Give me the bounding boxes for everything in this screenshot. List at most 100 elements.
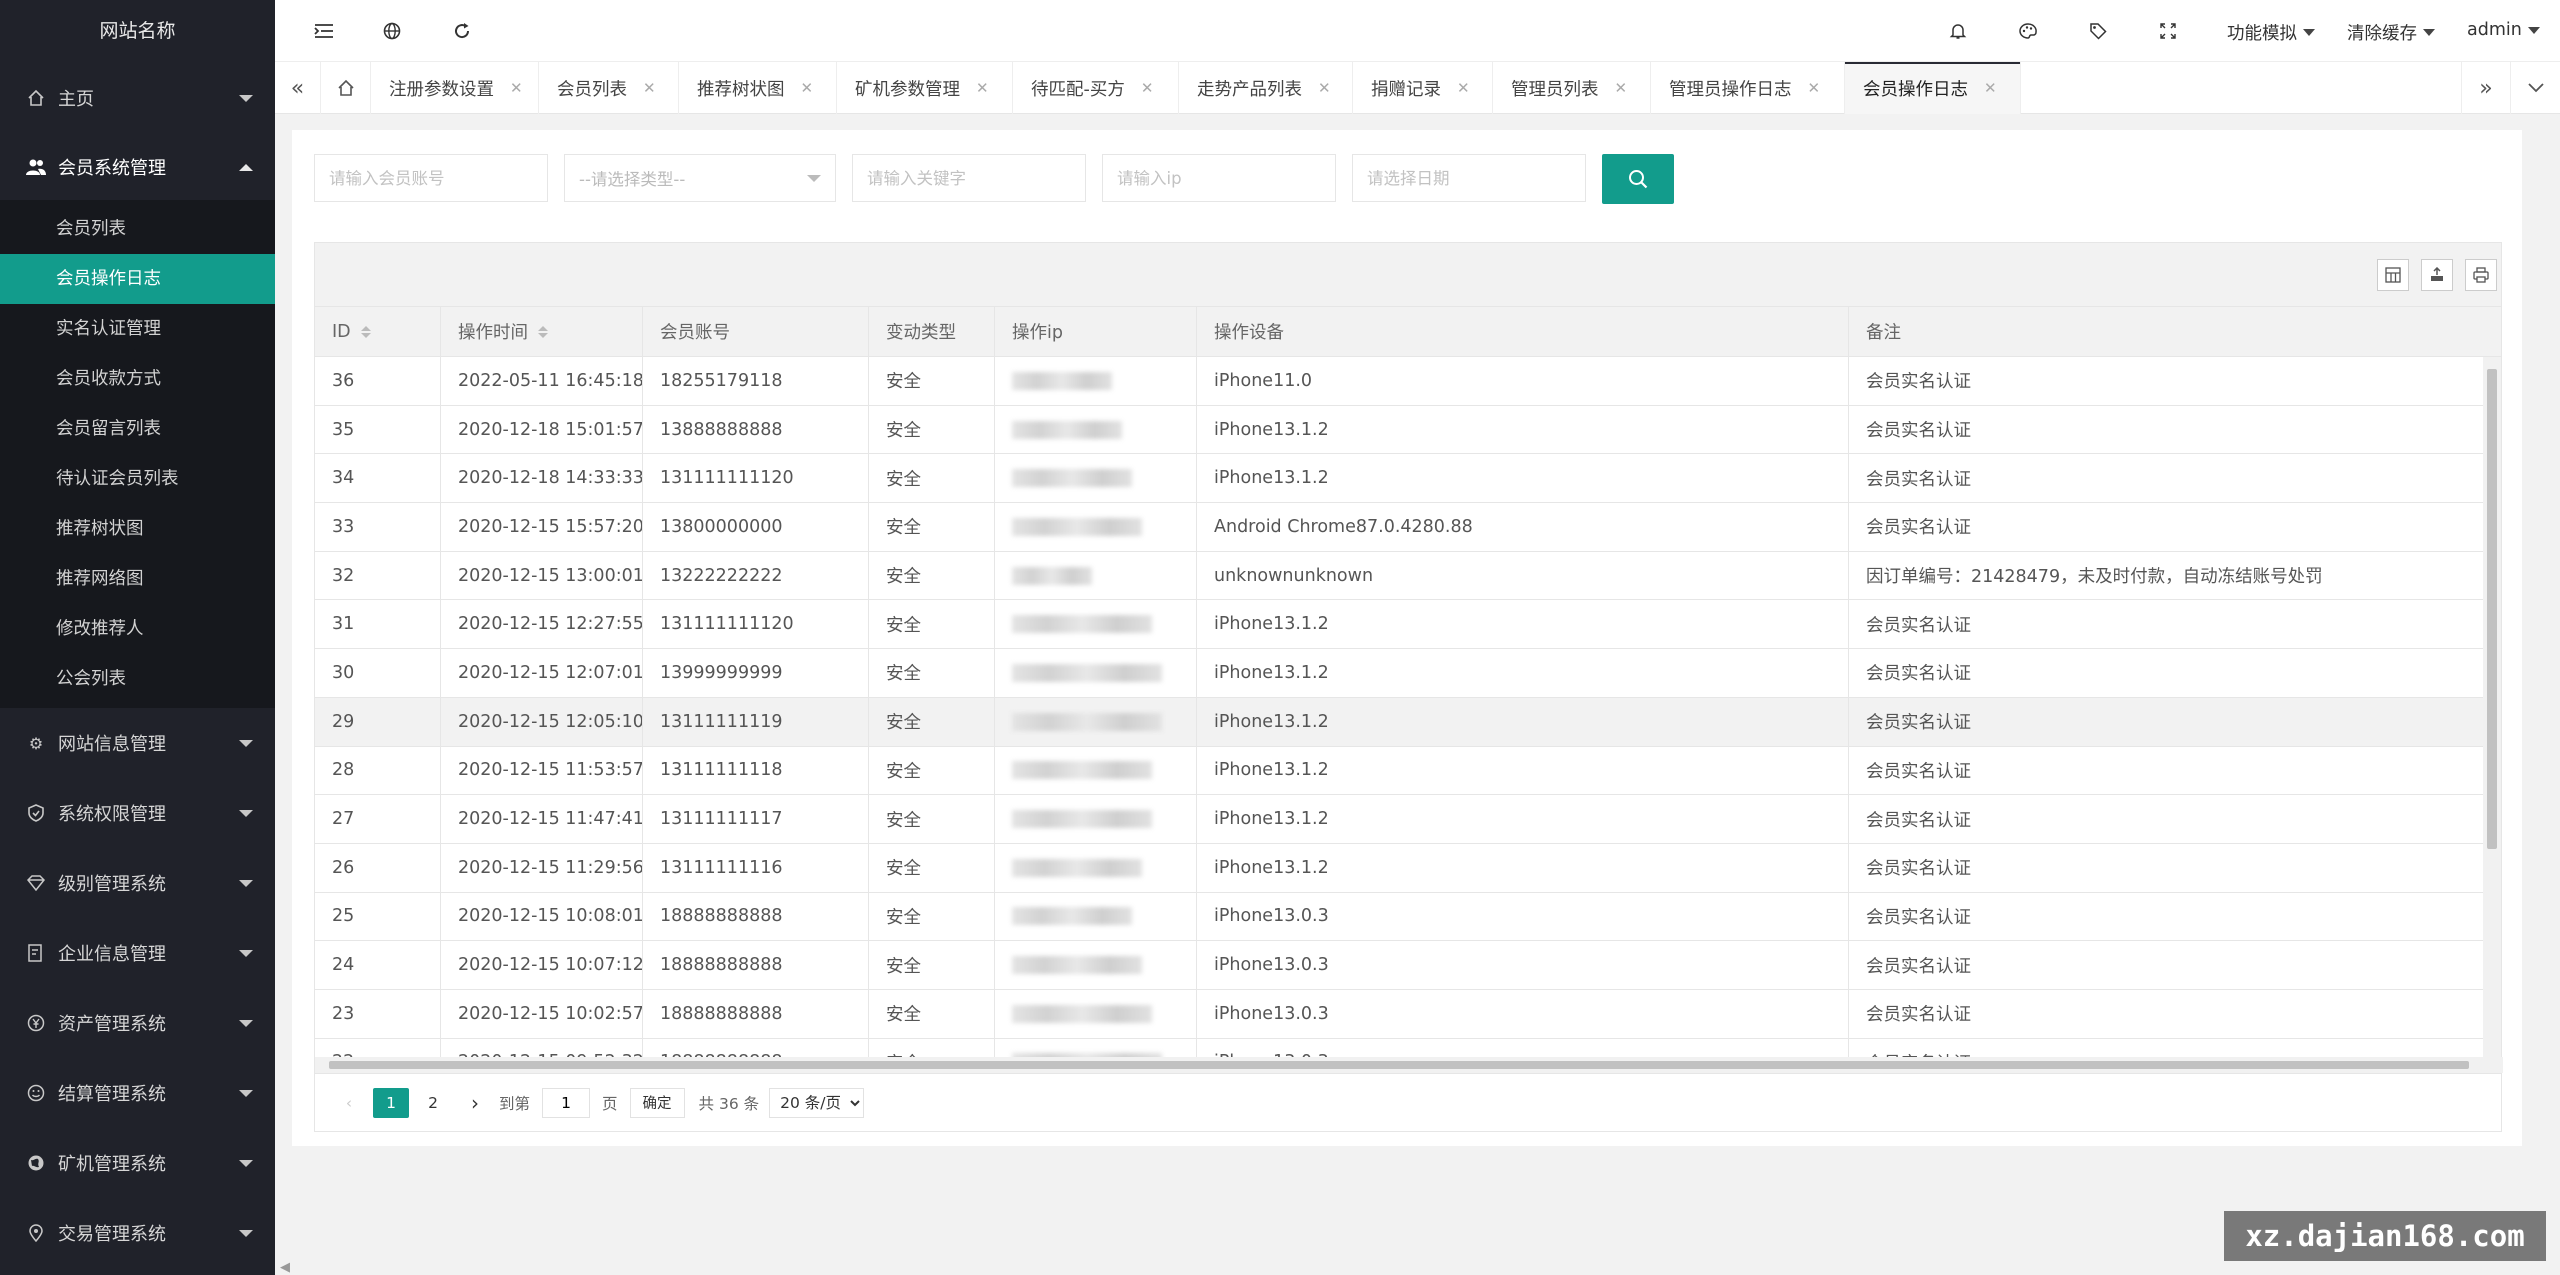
sidebar-item-pending[interactable]: 待认证会员列表 (0, 454, 275, 504)
table-row[interactable]: 23 2020-12-15 10:02:57 18888888888 安全 iPhone… (315, 989, 2501, 1039)
tabs-scroll-right-icon[interactable]: » (2461, 62, 2511, 114)
account-input[interactable] (329, 168, 547, 188)
table-row[interactable]: 34 2020-12-18 14:33:33 131111111120 安全 iPhon… (315, 454, 2501, 504)
fullscreen-icon[interactable] (2155, 18, 2181, 44)
export-icon[interactable] (2421, 259, 2453, 291)
close-icon[interactable]: ✕ (510, 79, 523, 97)
close-icon[interactable]: ✕ (1808, 79, 1821, 97)
nav-assets[interactable]: 资产管理系统 (0, 988, 275, 1058)
close-icon[interactable]: ✕ (1984, 79, 1997, 97)
close-icon[interactable]: ✕ (1318, 79, 1331, 97)
sidebar-item-guild[interactable]: 公会列表 (0, 654, 275, 704)
nav-trading[interactable]: 交易管理系统 (0, 1198, 275, 1268)
table-row[interactable]: 27 2020-12-15 11:47:41 13111111117 安全 iPhone… (315, 795, 2501, 844)
nav-site-info[interactable]: ⚙ 网站信息管理 (0, 708, 275, 778)
date-input[interactable] (1367, 168, 1585, 188)
tab-member-log[interactable]: 会员操作日志 ✕ (1845, 62, 2021, 114)
goto-page-input[interactable] (542, 1087, 591, 1118)
close-icon[interactable]: ✕ (1457, 79, 1470, 97)
close-icon[interactable]: ✕ (976, 79, 989, 97)
table-row[interactable]: 25 2020-12-15 10:08:01 18888888888 安全 iPhone… (315, 892, 2501, 942)
user-menu[interactable]: admin (2467, 20, 2540, 40)
palette-icon[interactable] (2015, 18, 2041, 44)
tab-register-params[interactable]: 注册参数设置 ✕ (371, 62, 539, 114)
page-1[interactable]: 1 (373, 1087, 409, 1118)
table-row[interactable]: 36 2022-05-11 16:45:18 18255179118 安全 iPhone… (315, 357, 2501, 406)
sort-icon[interactable] (538, 325, 548, 338)
tab-admin-list[interactable]: 管理员列表 ✕ (1493, 62, 1651, 114)
table-row[interactable]: 33 2020-12-15 15:57:20 13800000000 安全 Androi… (315, 503, 2501, 552)
table-row[interactable]: 28 2020-12-15 11:53:57 13111111118 安全 iPhone… (315, 746, 2501, 796)
nav-settlement[interactable]: 结算管理系统 (0, 1058, 275, 1128)
col-id[interactable]: ID (315, 307, 441, 356)
nav-levels[interactable]: 级别管理系统 (0, 848, 275, 918)
bell-icon[interactable] (1945, 18, 1971, 44)
scroll-thumb[interactable] (329, 1061, 2469, 1069)
tabs-scroll-left-icon[interactable]: « (275, 62, 321, 114)
close-icon[interactable]: ✕ (1141, 79, 1154, 97)
nav-enterprise[interactable]: 企业信息管理 (0, 918, 275, 988)
table-row[interactable]: 29 2020-12-15 12:05:10 13111111119 安全 iPhone… (315, 697, 2501, 747)
sort-icon[interactable] (360, 325, 371, 338)
sidebar-item-payment[interactable]: 会员收款方式 (0, 354, 275, 404)
goto-confirm-button[interactable]: 确定 (629, 1087, 685, 1118)
date-filter[interactable] (1352, 154, 1586, 202)
table-row[interactable]: 24 2020-12-15 10:07:12 18888888888 安全 iPhone… (315, 941, 2501, 990)
clear-cache-menu[interactable]: 清除缓存 (2347, 20, 2435, 45)
close-icon[interactable]: ✕ (1615, 79, 1628, 97)
cell-time: 2020-12-15 11:47:41 (441, 795, 643, 843)
tab-member-list[interactable]: 会员列表 ✕ (539, 62, 679, 114)
search-button[interactable] (1602, 154, 1674, 204)
sidebar-item-messages[interactable]: 会员留言列表 (0, 404, 275, 454)
tag-icon[interactable] (2085, 18, 2111, 44)
columns-icon[interactable] (2377, 259, 2409, 291)
nav-home[interactable]: 主页 (0, 62, 275, 134)
tab-admin-log[interactable]: 管理员操作日志 ✕ (1651, 62, 1845, 114)
vertical-scrollbar[interactable] (2483, 357, 2501, 1063)
tab-miner-params[interactable]: 矿机参数管理 ✕ (837, 62, 1013, 114)
close-icon[interactable]: ✕ (801, 79, 814, 97)
cell-type: 安全 (869, 405, 995, 454)
tab-label: 注册参数设置 (389, 79, 494, 100)
ip-filter[interactable] (1102, 154, 1336, 202)
ip-input[interactable] (1117, 168, 1335, 188)
horizontal-scrollbar[interactable] (315, 1057, 2503, 1073)
sidebar-item-member-log[interactable]: 会员操作日志 (0, 254, 275, 304)
table-row[interactable]: 30 2020-12-15 12:07:01 13999999999 安全 iPhone… (315, 649, 2501, 698)
sidebar-item-network[interactable]: 推荐网络图 (0, 554, 275, 604)
sidebar-item-realname[interactable]: 实名认证管理 (0, 304, 275, 354)
tab-referral-tree[interactable]: 推荐树状图 ✕ (679, 62, 837, 114)
tab-donations[interactable]: 捐赠记录 ✕ (1353, 62, 1493, 114)
type-select[interactable]: --请选择类型-- (564, 154, 836, 202)
table-row[interactable]: 31 2020-12-15 12:27:55 131111111120 安全 iPhon… (315, 600, 2501, 650)
nav-member-system[interactable]: 会员系统管理 (0, 134, 275, 200)
func-sim-menu[interactable]: 功能模拟 (2227, 20, 2315, 45)
refresh-icon[interactable] (449, 18, 475, 44)
tabs-menu-chevron-icon[interactable] (2511, 62, 2560, 114)
sidebar-item-member-list[interactable]: 会员列表 (0, 204, 275, 254)
cell-type: 安全 (869, 503, 995, 551)
nav-miner[interactable]: 矿机管理系统 (0, 1128, 275, 1198)
col-time[interactable]: 操作时间 (441, 307, 643, 356)
sidebar-item-tree[interactable]: 推荐树状图 (0, 504, 275, 554)
menu-toggle-icon[interactable] (311, 18, 337, 44)
scroll-thumb[interactable] (2487, 369, 2497, 849)
tab-trend-products[interactable]: 走势产品列表 ✕ (1179, 62, 1353, 114)
table-row[interactable]: 35 2020-12-18 15:01:57 13888888888 安全 iPhone… (315, 405, 2501, 455)
home-tab-icon[interactable] (321, 62, 371, 114)
tab-pending-buyer[interactable]: 待匹配-买方 ✕ (1013, 62, 1179, 114)
nav-permissions[interactable]: 系统权限管理 (0, 778, 275, 848)
table-row[interactable]: 26 2020-12-15 11:29:56 13111111116 安全 iPhone… (315, 843, 2501, 893)
close-icon[interactable]: ✕ (643, 79, 656, 97)
keyword-filter[interactable] (852, 154, 1086, 202)
per-page-select[interactable]: 20 条/页 (769, 1087, 865, 1118)
prev-page-icon[interactable]: ‹ (331, 1088, 367, 1118)
table-row[interactable]: 32 2020-12-15 13:00:01 13222222222 安全 unknow… (315, 551, 2501, 601)
print-icon[interactable] (2465, 259, 2497, 291)
page-2[interactable]: 2 (415, 1088, 451, 1118)
keyword-input[interactable] (867, 168, 1085, 188)
globe-icon[interactable] (379, 18, 405, 44)
next-page-icon[interactable]: › (457, 1088, 493, 1118)
account-filter[interactable] (314, 154, 548, 202)
sidebar-item-referrer[interactable]: 修改推荐人 (0, 604, 275, 654)
